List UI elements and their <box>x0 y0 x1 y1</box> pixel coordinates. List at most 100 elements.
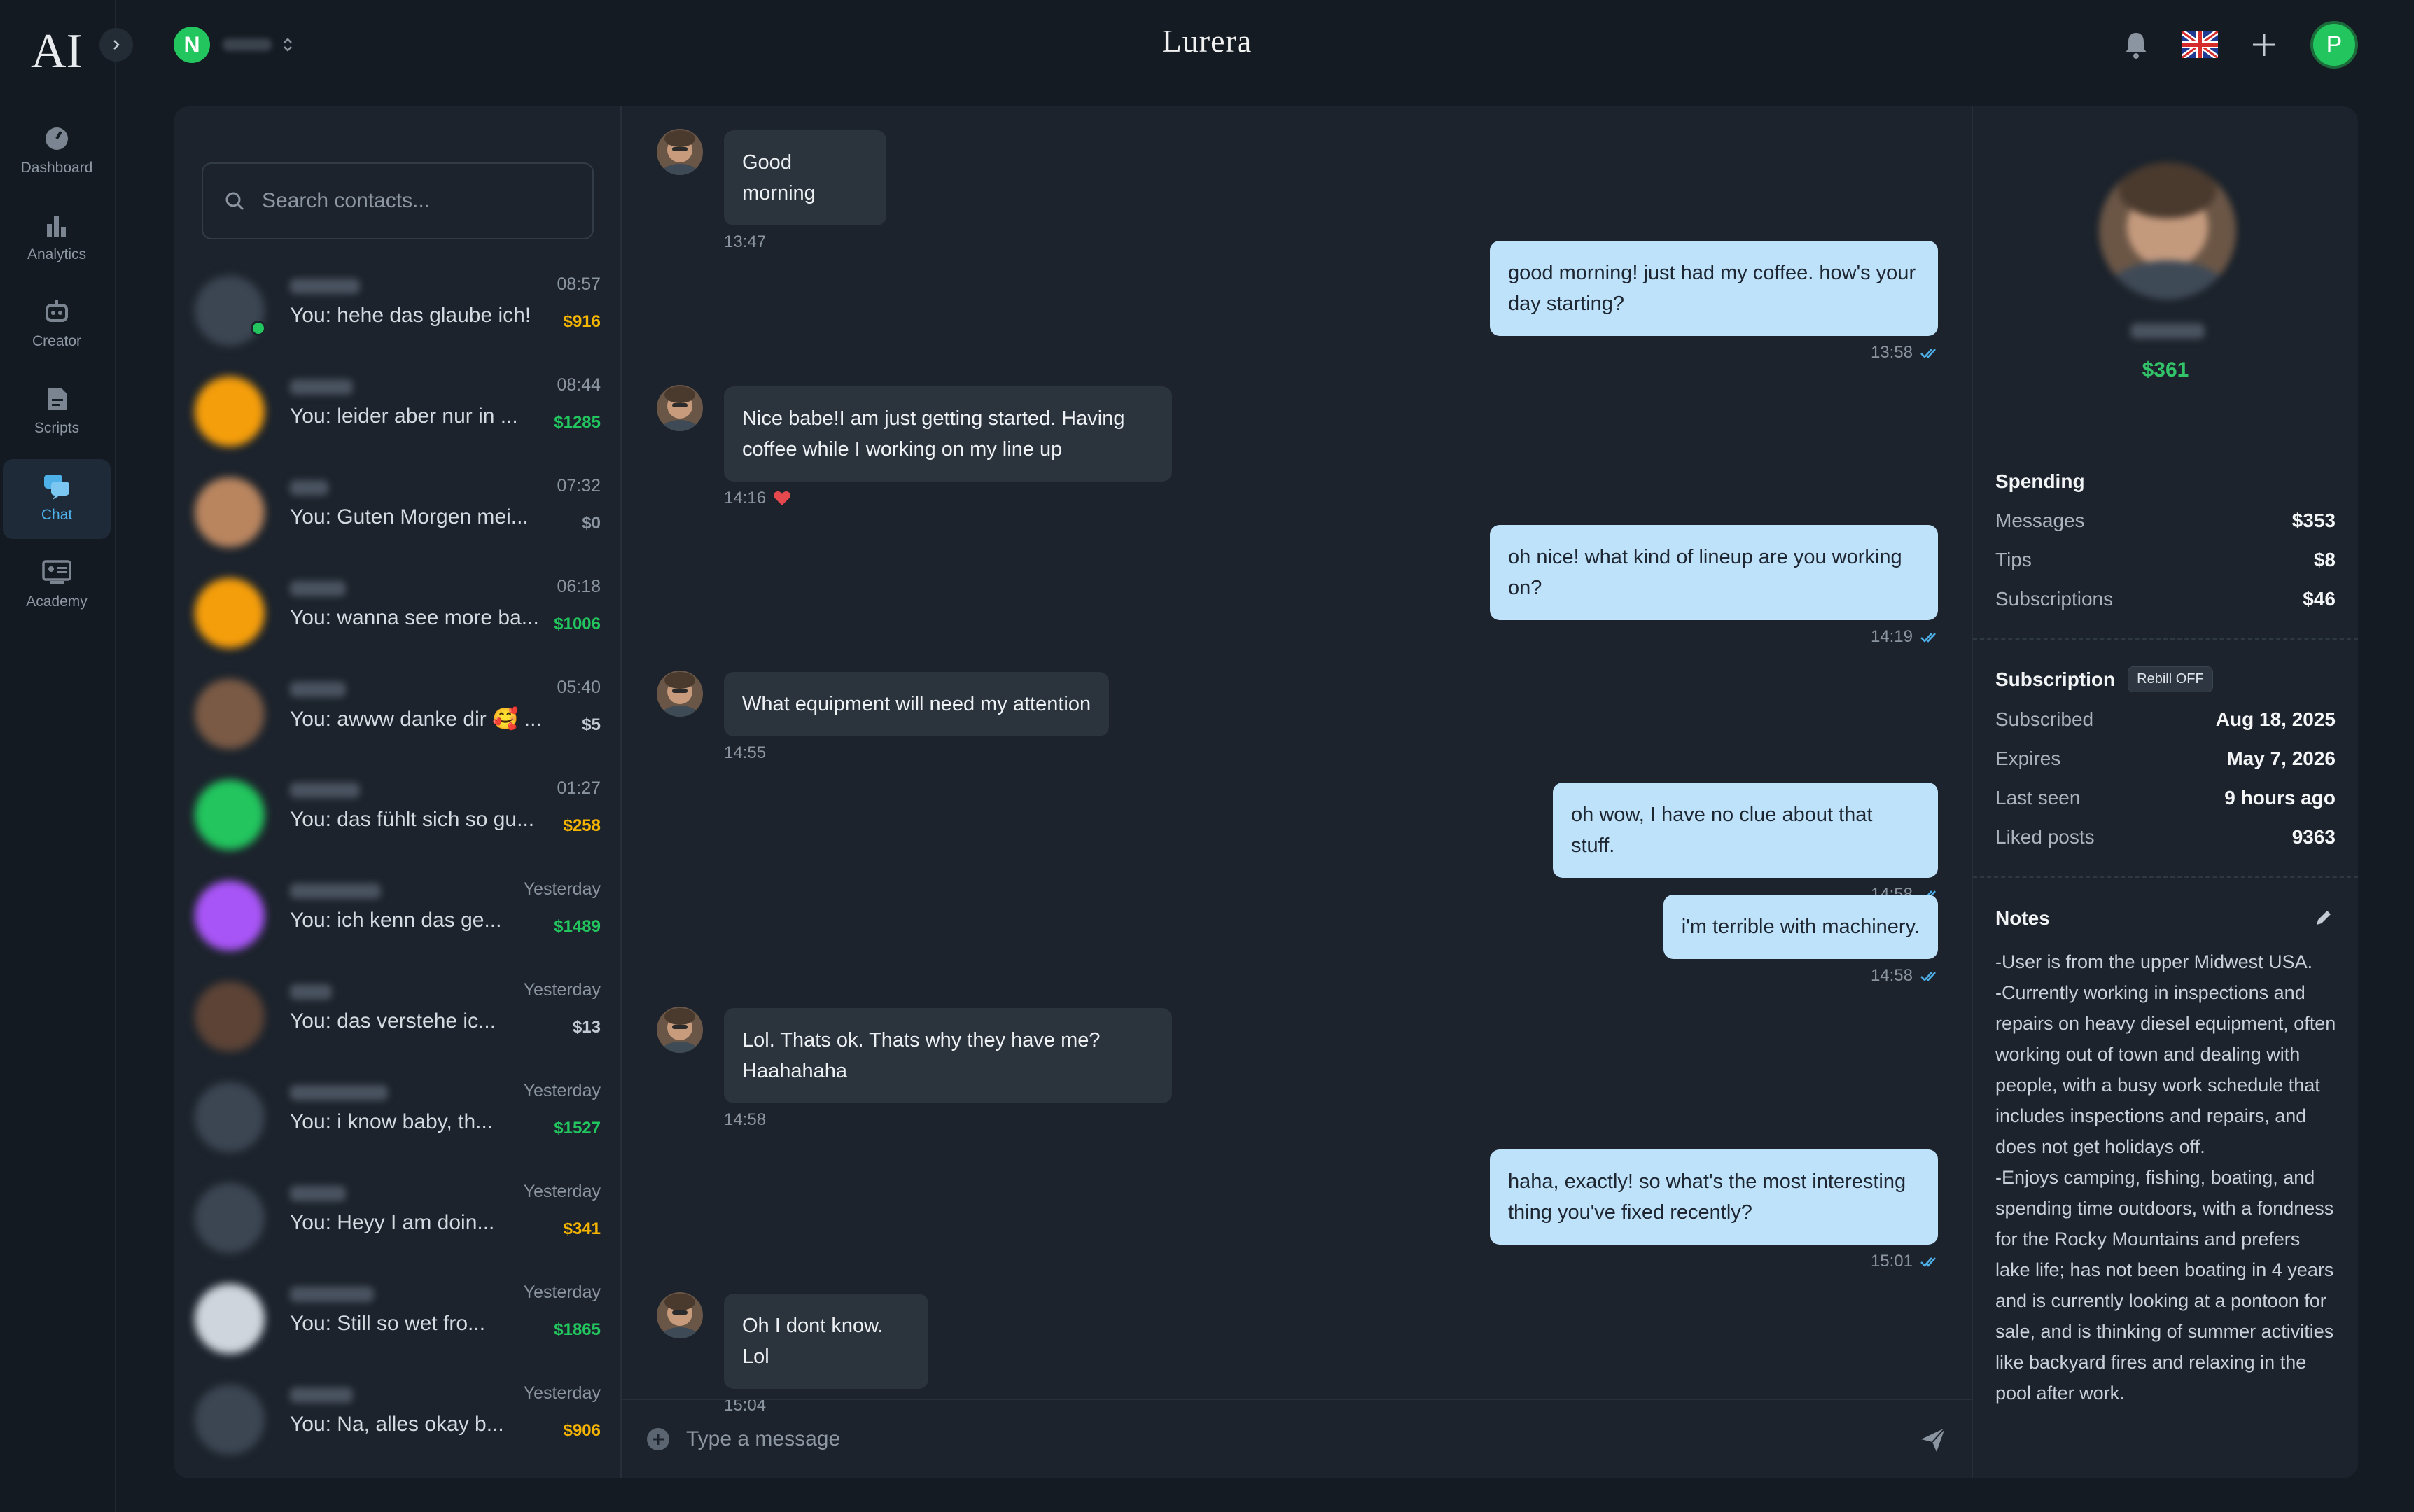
contact-last-message: You: Heyy I am doin... <box>290 1211 495 1234</box>
message-bubble[interactable]: Oh I dont know. Lol <box>724 1294 928 1389</box>
message-bubble[interactable]: Lol. Thats ok. Thats why they have me? H… <box>724 1008 1172 1103</box>
double-check-icon <box>1920 1257 1936 1267</box>
sender-avatar <box>657 1007 703 1053</box>
message-time: 13:47 <box>724 232 767 251</box>
contact-time: Yesterday <box>523 1282 601 1302</box>
search-icon <box>225 192 244 211</box>
contact-time: 06:18 <box>557 577 601 596</box>
sidebar-item-label: Analytics <box>27 246 87 262</box>
message-bubble[interactable]: Good morning <box>724 130 886 225</box>
contact-row[interactable]: You: hehe das glaube ich! 08:57 $916 <box>195 263 601 358</box>
message-bubble[interactable]: Nice babe!I am just getting started. Hav… <box>724 386 1172 482</box>
contact-name <box>290 1387 353 1403</box>
message-time: 14:58 <box>1870 966 1913 985</box>
message-timestamp: 14:16 <box>724 489 791 508</box>
message-bubble[interactable]: What equipment will need my attention <box>724 672 1110 736</box>
contact-row[interactable]: You: i know baby, th... Yesterday $1527 <box>195 1070 601 1165</box>
uk-flag-icon[interactable] <box>2182 31 2218 58</box>
message-bubble[interactable]: good morning! just had my coffee. how's … <box>1490 241 1938 336</box>
message-timestamp: 14:58 <box>1871 966 1938 986</box>
message-timestamp: 13:58 <box>1871 343 1938 363</box>
sidebar: AI Dashboard Analytics Creator Scripts C… <box>0 0 116 1512</box>
message-timestamp: 14:55 <box>724 743 766 763</box>
subscription-row-subscribed: Subscribed Aug 18, 2025 <box>1995 708 2336 730</box>
sender-avatar <box>657 385 703 431</box>
contact-spend-amount: $13 <box>572 1018 601 1037</box>
message-timestamp: 14:58 <box>724 1110 766 1130</box>
message-timestamp: 14:19 <box>1871 627 1938 647</box>
message-time: 14:19 <box>1870 627 1913 646</box>
contact-spend-amount: $341 <box>563 1219 601 1238</box>
contact-avatar <box>195 981 265 1051</box>
contact-time: Yesterday <box>523 1383 601 1403</box>
message-bubble[interactable]: haha, exactly! so what's the most intere… <box>1490 1149 1938 1245</box>
contact-time: 05:40 <box>557 678 601 697</box>
contact-spend-amount: $906 <box>563 1421 601 1440</box>
online-indicator <box>251 321 266 336</box>
contact-row[interactable]: You: leider aber nur in ... 08:44 $1285 <box>195 364 601 459</box>
contact-last-message: You: das verstehe ic... <box>290 1009 496 1032</box>
double-check-icon <box>1920 349 1936 358</box>
send-icon[interactable] <box>1918 1425 1948 1455</box>
message-timestamp: 15:01 <box>1871 1252 1938 1271</box>
contact-name <box>290 1287 374 1302</box>
contact-row[interactable]: You: das verstehe ic... Yesterday $13 <box>195 969 601 1064</box>
fan-avatar <box>2099 162 2236 300</box>
contact-row[interactable]: You: Still so wet fro... Yesterday $1865 <box>195 1271 601 1366</box>
message-bubble[interactable]: i'm terrible with machinery. <box>1663 895 1938 959</box>
bell-icon[interactable] <box>2123 30 2149 59</box>
user-avatar[interactable]: P <box>2310 21 2358 69</box>
contact-avatar <box>195 377 265 447</box>
contact-row[interactable]: You: wanna see more ba... 06:18 $1006 <box>195 566 601 661</box>
message-bubble[interactable]: oh wow, I have no clue about that stuff. <box>1553 783 1938 878</box>
sidebar-item-dashboard[interactable]: Dashboard <box>3 112 111 192</box>
sidebar-item-analytics[interactable]: Analytics <box>3 199 111 279</box>
contact-avatar <box>195 1385 265 1455</box>
contact-avatar <box>195 780 265 850</box>
contact-time: Yesterday <box>523 980 601 1000</box>
contact-row[interactable]: You: Na, alles okay b... Yesterday $906 <box>195 1372 601 1467</box>
add-attachment-icon[interactable] <box>646 1427 671 1452</box>
contact-row[interactable]: You: Heyy I am doin... Yesterday $341 <box>195 1170 601 1266</box>
sidebar-item-academy[interactable]: Academy <box>3 546 111 626</box>
contact-row[interactable]: You: ich kenn das ge... Yesterday $1489 <box>195 868 601 963</box>
composer <box>622 1399 1972 1478</box>
rebill-badge: Rebill OFF <box>2128 666 2213 692</box>
contact-name <box>290 984 332 1000</box>
search-input[interactable] <box>260 188 568 214</box>
contact-last-message: You: Still so wet fro... <box>290 1312 486 1335</box>
contact-last-message: You: ich kenn das ge... <box>290 909 502 932</box>
sidebar-item-label: Academy <box>26 594 88 610</box>
pencil-icon[interactable] <box>2313 907 2334 928</box>
robot-icon <box>41 297 72 328</box>
message-time: 14:16 <box>724 489 767 507</box>
contact-time: Yesterday <box>523 879 601 899</box>
message-time: 14:58 <box>724 1110 767 1129</box>
contact-spend-amount: $916 <box>563 312 601 331</box>
contact-avatar <box>195 881 265 951</box>
message-time: 14:55 <box>724 743 767 762</box>
divider <box>1973 876 2358 878</box>
sidebar-item-scripts[interactable]: Scripts <box>3 372 111 452</box>
contact-name <box>290 279 360 294</box>
plus-icon[interactable] <box>2250 31 2278 59</box>
search-box[interactable] <box>202 162 594 239</box>
message-bubble[interactable]: oh nice! what kind of lineup are you wor… <box>1490 525 1938 620</box>
sidebar-item-label: Dashboard <box>20 160 93 176</box>
contact-row[interactable]: You: das fühlt sich so gu... 01:27 $258 <box>195 767 601 862</box>
message-input[interactable] <box>685 1427 1805 1452</box>
contact-last-message: You: das fühlt sich so gu... <box>290 808 535 831</box>
sidebar-item-label: Creator <box>32 333 82 349</box>
contact-avatar <box>195 578 265 648</box>
contact-avatar <box>195 276 265 346</box>
sidebar-item-label: Chat <box>41 507 73 523</box>
contact-row[interactable]: You: Guten Morgen mei... 07:32 $0 <box>195 465 601 560</box>
contact-row[interactable]: You: awww danke dir 🥰 ... 05:40 $5 <box>195 666 601 762</box>
subscription-row-last-seen: Last seen 9 hours ago <box>1995 787 2336 808</box>
contact-last-message: You: i know baby, th... <box>290 1110 494 1133</box>
sidebar-item-creator[interactable]: Creator <box>3 286 111 365</box>
contact-name <box>290 682 346 697</box>
contact-time: 08:44 <box>557 375 601 395</box>
sidebar-item-chat[interactable]: Chat <box>3 459 111 539</box>
contact-name <box>290 883 381 899</box>
